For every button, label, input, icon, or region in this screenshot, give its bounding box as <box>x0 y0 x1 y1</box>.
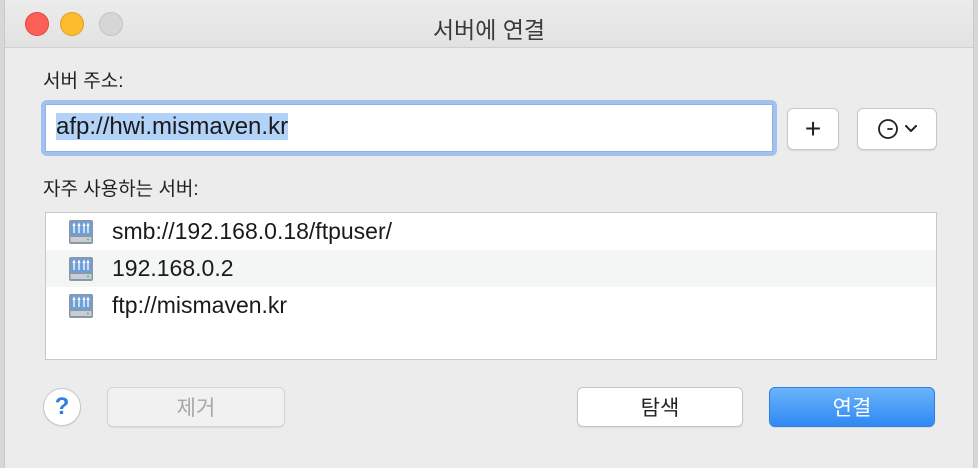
selected-text: afp://hwi.mismaven.kr <box>56 113 289 140</box>
server-address-input[interactable]: afp://hwi.mismaven.kr <box>45 104 773 152</box>
remove-button: 제거 <box>107 387 285 427</box>
list-item[interactable]: smb://192.168.0.18/ftpuser/ <box>46 213 936 250</box>
connect-to-server-dialog: 서버에 연결 서버 주소: afp://hwi.mismaven.kr + 자주… <box>4 0 974 468</box>
help-button[interactable]: ? <box>43 388 81 426</box>
server-address-text: smb://192.168.0.18/ftpuser/ <box>112 218 393 244</box>
server-icon <box>69 219 93 244</box>
plus-icon: + <box>804 113 822 144</box>
server-icon <box>69 293 93 318</box>
title-bar: 서버에 연결 <box>5 0 973 48</box>
server-address-text: ftp://mismaven.kr <box>112 292 288 318</box>
server-address-focus-ring: afp://hwi.mismaven.kr <box>41 100 777 156</box>
chevron-down-icon <box>905 125 917 132</box>
server-address-label: 서버 주소: <box>43 71 124 92</box>
list-item[interactable]: ftp://mismaven.kr <box>46 287 936 324</box>
browse-button[interactable]: 탐색 <box>577 387 743 427</box>
favorite-servers-label: 자주 사용하는 서버: <box>43 179 199 200</box>
connect-button[interactable]: 연결 <box>769 387 935 427</box>
add-favorite-button[interactable]: + <box>787 108 839 150</box>
window-title: 서버에 연결 <box>432 17 546 43</box>
list-item[interactable]: 192.168.0.2 <box>46 250 936 287</box>
favorite-servers-list[interactable]: smb://192.168.0.18/ftpuser/192.168.0.2 ft… <box>45 212 937 360</box>
clock-icon <box>878 119 898 139</box>
server-icon <box>69 256 93 281</box>
recent-servers-button[interactable] <box>857 108 937 150</box>
server-address-text: 192.168.0.2 <box>112 255 234 281</box>
